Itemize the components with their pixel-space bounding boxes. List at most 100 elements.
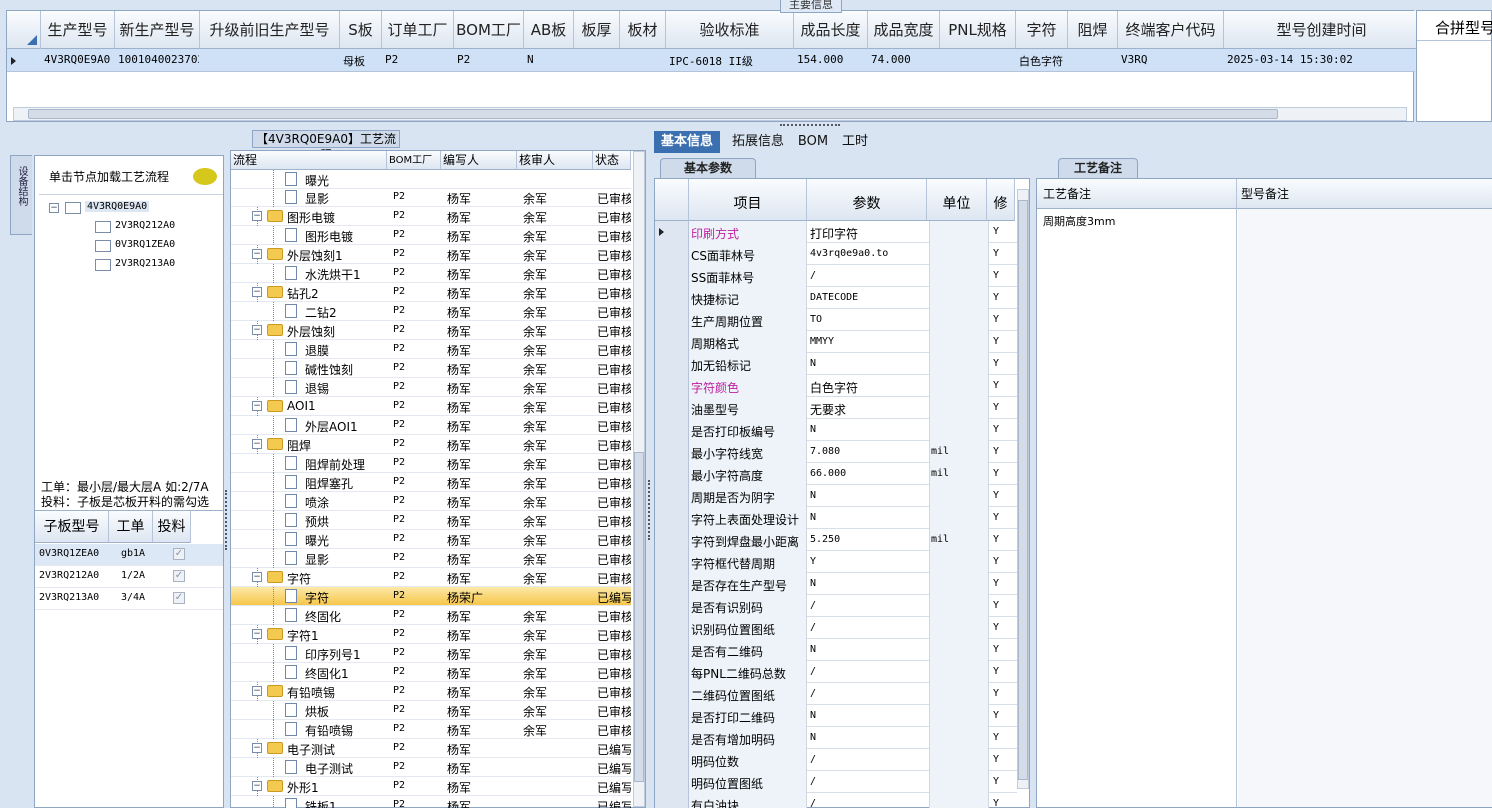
param-vscroll[interactable]: [1017, 189, 1029, 789]
param-col-header[interactable]: 单位: [927, 179, 987, 221]
main-col-header[interactable]: 板厚: [574, 11, 620, 49]
param-value[interactable]: N: [810, 710, 926, 721]
collapse-icon[interactable]: −: [252, 686, 262, 696]
param-value[interactable]: 4v3rq0e9a0.to: [810, 248, 926, 259]
flow-row[interactable]: 水洗烘干1 P2 杨军 余军 已审核: [231, 264, 631, 283]
param-value[interactable]: /: [810, 622, 926, 633]
flow-row[interactable]: − 有铅喷锡 P2 杨军 余军 已审核: [231, 682, 631, 701]
collapse-icon[interactable]: −: [252, 287, 262, 297]
flow-row[interactable]: 曝光 P2 杨军 余军 已审核: [231, 530, 631, 549]
flow-row[interactable]: 终固化1 P2 杨军 余军 已审核: [231, 663, 631, 682]
flow-row[interactable]: − 电子测试 P2 杨军 已编写: [231, 739, 631, 758]
feed-checkbox[interactable]: ✓: [173, 592, 185, 604]
left-side-tab[interactable]: 设备结构: [10, 155, 32, 235]
param-value[interactable]: TO: [810, 314, 926, 325]
param-value[interactable]: N: [810, 358, 926, 369]
param-row[interactable]: 字符框代替周期 Y Y: [655, 551, 1017, 573]
param-value[interactable]: DATECODE: [810, 292, 926, 303]
flow-col-header[interactable]: 核审人: [517, 151, 593, 170]
param-col-header[interactable]: 参数: [807, 179, 927, 221]
splitter-grip-icon[interactable]: [780, 124, 840, 129]
param-row[interactable]: 生产周期位置 TO Y: [655, 309, 1017, 331]
flow-row[interactable]: 图形电镀 P2 杨军 余军 已审核: [231, 226, 631, 245]
param-value[interactable]: N: [810, 732, 926, 743]
param-value[interactable]: /: [810, 270, 926, 281]
param-row[interactable]: 是否有二维码 N Y: [655, 639, 1017, 661]
param-row[interactable]: 是否有识别码 / Y: [655, 595, 1017, 617]
collapse-icon[interactable]: −: [252, 401, 262, 411]
flow-row[interactable]: 阻焊塞孔 P2 杨军 余军 已审核: [231, 473, 631, 492]
main-col-header[interactable]: 成品长度: [794, 11, 868, 49]
subboard-col-header[interactable]: 投料: [153, 511, 191, 543]
main-col-header[interactable]: 验收标准: [666, 11, 794, 49]
model-remark-textarea[interactable]: [1238, 209, 1492, 807]
param-value[interactable]: /: [810, 754, 926, 765]
main-info-hscroll[interactable]: [13, 107, 1407, 121]
flow-row[interactable]: 显影 P2 杨军 余军 已审核: [231, 549, 631, 568]
flow-row[interactable]: 喷涂 P2 杨军 余军 已审核: [231, 492, 631, 511]
tree-node-label[interactable]: 0V3RQ1ZEA0: [115, 239, 175, 250]
param-col-header[interactable]: 修: [987, 179, 1015, 221]
flow-row[interactable]: 电子测试 P2 杨军 已编写: [231, 758, 631, 777]
main-col-header[interactable]: 终端客户代码: [1118, 11, 1224, 49]
param-value[interactable]: 无要求: [810, 401, 926, 418]
flow-row[interactable]: − 外层蚀刻1 P2 杨军 余军 已审核: [231, 245, 631, 264]
param-value[interactable]: /: [810, 776, 926, 787]
subboard-row[interactable]: 2V3RQ212A0 1/2A ✓: [35, 566, 223, 588]
subboard-row[interactable]: 2V3RQ213A0 3/4A ✓: [35, 588, 223, 610]
collapse-icon[interactable]: −: [252, 249, 262, 259]
subboard-col-header[interactable]: 子板型号: [35, 511, 109, 543]
detail-tab-2[interactable]: BOM: [796, 131, 830, 153]
param-value[interactable]: /: [810, 798, 926, 808]
flow-row[interactable]: 退膜 P2 杨军 余军 已审核: [231, 340, 631, 359]
param-value[interactable]: 打印字符: [810, 225, 926, 242]
flow-row[interactable]: 有铅喷锡 P2 杨军 余军 已审核: [231, 720, 631, 739]
main-col-header[interactable]: 字符: [1016, 11, 1068, 49]
flow-row[interactable]: − 图形电镀 P2 杨军 余军 已审核: [231, 207, 631, 226]
tree-node-label[interactable]: 4V3RQ0E9A0: [85, 201, 150, 212]
param-value[interactable]: 7.080: [810, 446, 926, 457]
remark-tab[interactable]: 工艺备注: [1058, 158, 1138, 178]
flow-col-header[interactable]: BOM工厂: [387, 151, 441, 170]
param-row[interactable]: 字符到焊盘最小距离 5.250 mil Y: [655, 529, 1017, 551]
main-col-header[interactable]: 板材: [620, 11, 666, 49]
param-value[interactable]: 白色字符: [810, 379, 926, 396]
tree-node-label[interactable]: 2V3RQ213A0: [115, 258, 175, 269]
tree-expand-icon[interactable]: −: [49, 203, 59, 213]
main-col-header[interactable]: 型号创建时间: [1224, 11, 1420, 49]
collapse-icon[interactable]: −: [252, 211, 262, 221]
subboard-col-header[interactable]: 工单: [109, 511, 153, 543]
param-row[interactable]: 周期是否为阴字 N Y: [655, 485, 1017, 507]
collapse-icon[interactable]: −: [252, 629, 262, 639]
flow-row[interactable]: 显影 P2 杨军 余军 已审核: [231, 188, 631, 207]
param-row[interactable]: 加无铅标记 N Y: [655, 353, 1017, 375]
param-value[interactable]: N: [810, 644, 926, 655]
param-row[interactable]: 每PNL二维码总数 / Y: [655, 661, 1017, 683]
flow-row[interactable]: − 外形1 P2 杨军 已编写: [231, 777, 631, 796]
flow-row[interactable]: 烘板 P2 杨军 余军 已审核: [231, 701, 631, 720]
param-row[interactable]: 最小字符高度 66.000 mil Y: [655, 463, 1017, 485]
detail-tab-0[interactable]: 基本信息: [654, 131, 720, 153]
param-row[interactable]: 有白油块 / Y: [655, 793, 1017, 808]
flow-row[interactable]: − 外层蚀刻 P2 杨军 余军 已审核: [231, 321, 631, 340]
param-value[interactable]: N: [810, 490, 926, 501]
param-row[interactable]: 最小字符线宽 7.080 mil Y: [655, 441, 1017, 463]
flow-row[interactable]: − AOI1 P2 杨军 余军 已审核: [231, 397, 631, 416]
flow-row[interactable]: − 字符1 P2 杨军 余军 已审核: [231, 625, 631, 644]
flow-row[interactable]: 曝光: [231, 170, 631, 189]
remark-textarea[interactable]: 周期高度3mm: [1037, 209, 1237, 807]
flow-title-tab[interactable]: 【4V3RQ0E9A0】工艺流程: [252, 130, 400, 162]
param-value[interactable]: N: [810, 424, 926, 435]
collapse-icon[interactable]: −: [252, 325, 262, 335]
collapse-icon[interactable]: −: [252, 743, 262, 753]
param-row[interactable]: 字符上表面处理设计 N Y: [655, 507, 1017, 529]
flow-row[interactable]: 终固化 P2 杨军 余军 已审核: [231, 606, 631, 625]
flow-row[interactable]: 铣板1 P2 杨军 已编写: [231, 796, 631, 808]
main-col-header[interactable]: S板: [340, 11, 382, 49]
flow-row[interactable]: − 字符 P2 杨军 余军 已审核: [231, 568, 631, 587]
param-value[interactable]: /: [810, 688, 926, 699]
main-col-header[interactable]: 阻焊: [1068, 11, 1118, 49]
param-row[interactable]: 字符颜色 白色字符 Y: [655, 375, 1017, 397]
param-row[interactable]: CS面菲林号 4v3rq0e9a0.to Y: [655, 243, 1017, 265]
flow-row[interactable]: 阻焊前处理 P2 杨军 余军 已审核: [231, 454, 631, 473]
